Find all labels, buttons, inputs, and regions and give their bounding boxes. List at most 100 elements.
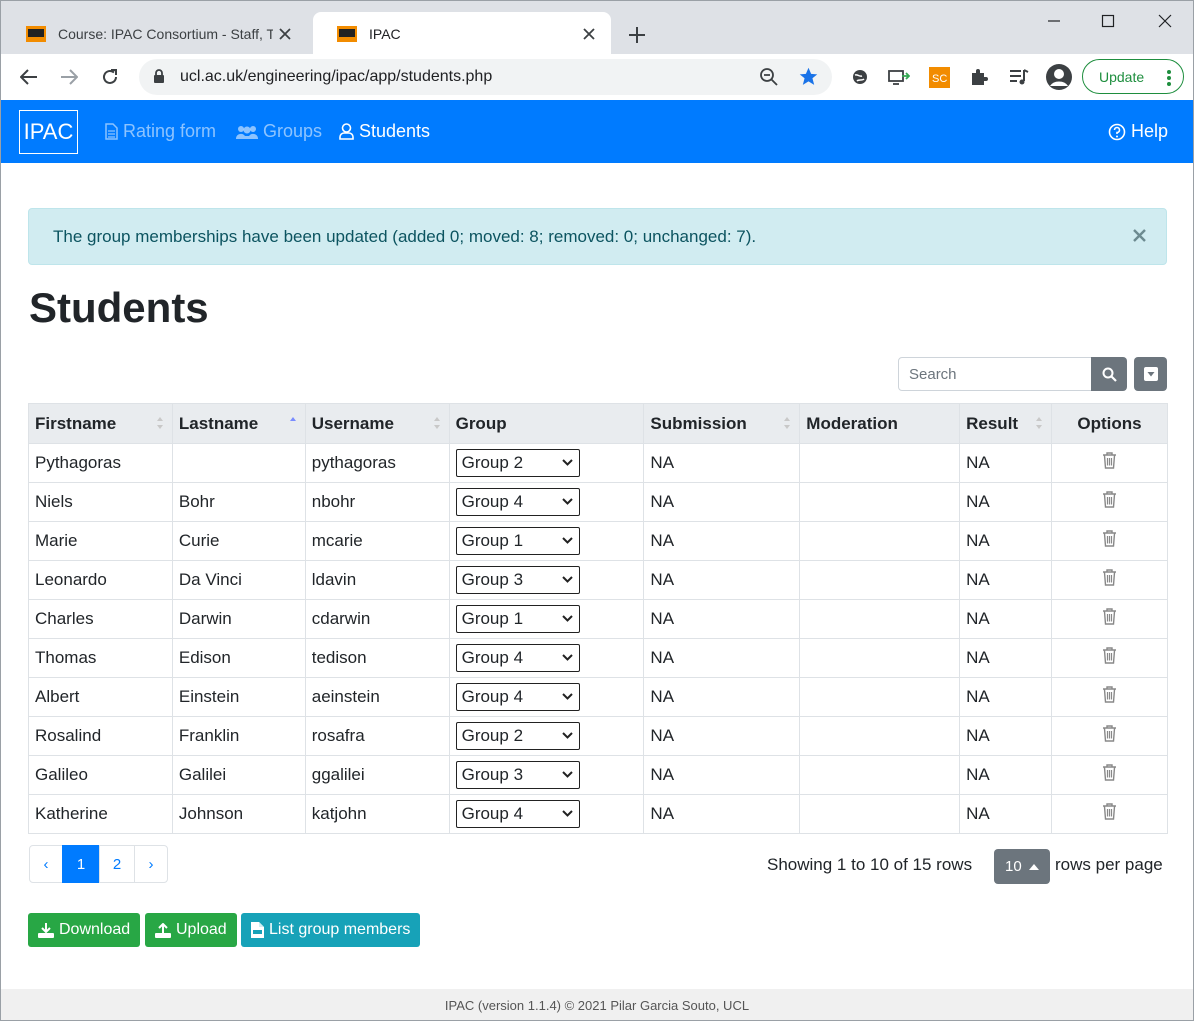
- chevron-down-icon: [561, 810, 573, 817]
- cell-username: pythagoras: [304, 443, 450, 483]
- browser-tab-course[interactable]: Course: IPAC Consortium - Staff, T: [2, 12, 309, 55]
- extension-globe-icon[interactable]: [849, 66, 871, 88]
- cell-username: aeinstein: [304, 677, 450, 717]
- maximize-window-icon[interactable]: [1095, 9, 1121, 33]
- search-input[interactable]: [898, 357, 1092, 391]
- nav-groups[interactable]: Groups: [236, 121, 322, 142]
- extensions-puzzle-icon[interactable]: [968, 66, 990, 88]
- extension-cast-icon[interactable]: [888, 66, 910, 88]
- minimize-window-icon[interactable]: [1041, 9, 1067, 33]
- close-tab-icon[interactable]: [577, 22, 601, 46]
- students-table: Firstname Lastname Username Group Submis…: [28, 403, 1168, 834]
- update-alert: The group memberships have been updated …: [28, 208, 1167, 265]
- forward-arrow-icon[interactable]: [55, 63, 83, 91]
- back-arrow-icon[interactable]: [15, 63, 43, 91]
- sort-both-icon: [433, 415, 441, 431]
- search-button[interactable]: [1091, 357, 1127, 391]
- group-select[interactable]: Group 1: [455, 605, 580, 633]
- cell-options: [1051, 716, 1168, 756]
- browser-tab-ipac[interactable]: IPAC: [313, 12, 611, 55]
- group-select-value: Group 4: [461, 687, 524, 706]
- help-label: Help: [1131, 121, 1169, 141]
- header-firstname[interactable]: Firstname: [28, 403, 173, 444]
- trash-icon[interactable]: [1102, 452, 1117, 469]
- cell-options: [1051, 599, 1168, 639]
- address-bar[interactable]: ucl.ac.uk/engineering/ipac/app/students.…: [139, 59, 832, 95]
- cell-lastname: Galilei: [171, 755, 306, 795]
- group-select[interactable]: Group 4: [455, 800, 580, 828]
- header-username[interactable]: Username: [304, 403, 450, 444]
- cell-firstname: Thomas: [28, 638, 173, 678]
- media-queue-icon[interactable]: [1008, 66, 1030, 88]
- cell-group: Group 3: [448, 560, 645, 600]
- header-submission[interactable]: Submission: [643, 403, 801, 444]
- page-1-button[interactable]: 1: [62, 845, 100, 883]
- page-footer: IPAC (version 1.1.4) © 2021 Pilar Garcia…: [1, 989, 1193, 1020]
- zoom-out-icon[interactable]: [759, 67, 778, 86]
- trash-icon[interactable]: [1102, 686, 1117, 703]
- nav-help[interactable]: Help: [1108, 121, 1168, 142]
- brand-logo[interactable]: IPAC: [19, 110, 78, 154]
- alert-close-icon[interactable]: [1133, 229, 1146, 242]
- group-select[interactable]: Group 4: [455, 683, 580, 711]
- cell-username: katjohn: [304, 794, 450, 834]
- extension-sc-icon[interactable]: SC: [928, 66, 950, 88]
- cell-username: nbohr: [304, 482, 450, 522]
- trash-icon[interactable]: [1102, 569, 1117, 586]
- close-window-icon[interactable]: [1152, 9, 1178, 33]
- cell-lastname: Darwin: [171, 599, 306, 639]
- table-row: Leonardo Da Vinci ldavin Group 3 NA NA: [28, 560, 1168, 600]
- trash-icon[interactable]: [1102, 764, 1117, 781]
- profile-avatar-icon[interactable]: [1045, 63, 1073, 91]
- cell-group: Group 1: [448, 599, 645, 639]
- cell-firstname: Rosalind: [28, 716, 173, 756]
- group-select[interactable]: Group 3: [455, 566, 580, 594]
- group-select[interactable]: Group 4: [455, 488, 580, 516]
- trash-icon[interactable]: [1102, 803, 1117, 820]
- group-select[interactable]: Group 2: [455, 449, 580, 477]
- trash-icon[interactable]: [1102, 647, 1117, 664]
- page-next-button[interactable]: ›: [134, 845, 168, 883]
- search-icon: [1102, 367, 1117, 382]
- browser-update-button[interactable]: Update: [1082, 59, 1184, 94]
- nav-rating-form[interactable]: Rating form: [105, 121, 216, 142]
- header-lastname[interactable]: Lastname: [171, 403, 306, 444]
- reload-icon[interactable]: [96, 63, 124, 91]
- cell-moderation: [799, 716, 961, 756]
- nav-students[interactable]: Students: [339, 121, 430, 142]
- upload-button[interactable]: Upload: [145, 913, 237, 947]
- close-tab-icon[interactable]: [273, 22, 297, 46]
- cell-lastname: [171, 443, 306, 483]
- new-tab-plus-icon[interactable]: [623, 21, 651, 49]
- header-result[interactable]: Result: [959, 403, 1053, 444]
- group-select-value: Group 1: [461, 609, 524, 628]
- columns-toggle-button[interactable]: [1134, 357, 1167, 391]
- page-2-button[interactable]: 2: [99, 845, 135, 883]
- trash-icon[interactable]: [1102, 530, 1117, 547]
- group-select[interactable]: Group 4: [455, 644, 580, 672]
- kebab-menu-icon[interactable]: [1167, 70, 1171, 86]
- group-select-value: Group 4: [461, 804, 524, 823]
- svg-text:SC: SC: [932, 73, 947, 85]
- cell-firstname: Niels: [28, 482, 173, 522]
- cell-lastname: Einstein: [171, 677, 306, 717]
- cell-options: [1051, 482, 1168, 522]
- group-select[interactable]: Group 3: [455, 761, 580, 789]
- download-button[interactable]: Download: [28, 913, 141, 947]
- chevron-down-icon: [561, 615, 573, 622]
- bookmark-star-icon[interactable]: [798, 66, 819, 87]
- page-prev-button[interactable]: ‹: [29, 845, 63, 883]
- group-select[interactable]: Group 1: [455, 527, 580, 555]
- cell-moderation: [799, 638, 961, 678]
- trash-icon[interactable]: [1102, 491, 1117, 508]
- cell-result: NA: [959, 794, 1053, 834]
- trash-icon[interactable]: [1102, 608, 1117, 625]
- cell-result: NA: [959, 755, 1053, 795]
- table-body: Pythagoras pythagoras Group 2 NA NA Niels Bohr…: [28, 443, 1168, 834]
- page-size-dropdown[interactable]: 10: [994, 849, 1050, 884]
- trash-icon[interactable]: [1102, 725, 1117, 742]
- header-moderation: Moderation: [799, 403, 961, 444]
- group-select[interactable]: Group 2: [455, 722, 580, 750]
- list-group-members-button[interactable]: List group members: [241, 913, 421, 947]
- footer-text: IPAC (version 1.1.4) © 2021 Pilar Garcia…: [444, 998, 750, 1013]
